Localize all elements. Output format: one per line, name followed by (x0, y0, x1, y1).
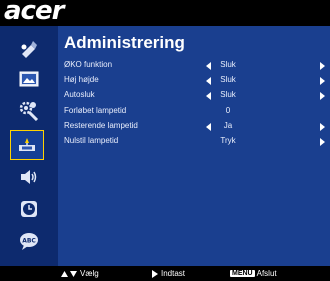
footer-hints: Vælg Indtast MENU Afslut (0, 266, 330, 281)
brand-bar: acer (0, 0, 330, 26)
menu-row-value: 0 (225, 106, 231, 115)
right-arrow-icon[interactable] (320, 77, 325, 85)
footer-select-label: Vælg (80, 269, 99, 278)
menu-row-lamp-remaining[interactable]: Resterende lampetid Ja (58, 120, 330, 135)
menu-row-label: Nulstil lampetid (64, 136, 119, 145)
footer-exit-hint: MENU Afslut (230, 269, 277, 278)
right-arrow-icon[interactable] (320, 92, 325, 100)
footer-select-hint: Vælg (60, 269, 99, 278)
timer-icon[interactable] (16, 198, 42, 220)
menu-row-label: Resterende lampetid (64, 121, 138, 130)
picture-icon[interactable] (16, 68, 42, 90)
right-arrow-icon (152, 269, 158, 278)
page-title: Administrering (64, 33, 185, 52)
management-icon[interactable] (10, 130, 44, 160)
menu-key-badge: MENU (230, 270, 255, 277)
up-down-arrows-icon (61, 270, 77, 277)
menu-row-high-altitude[interactable]: Høj højde Sluk (58, 74, 330, 89)
acer-logo: acer (4, 0, 64, 26)
color-settings-icon[interactable] (16, 38, 42, 60)
menu-row-value: Tryk (220, 136, 236, 145)
main-panel: Administrering ØKO funktion Sluk Høj høj… (58, 26, 330, 266)
menu-row-lamp-hours-elapsed: Forløbet lampetid 0 (58, 105, 330, 120)
menu-row-reset-lamp[interactable]: Nulstil lampetid Tryk (58, 135, 330, 150)
menu-row-label: Autosluk (64, 90, 95, 99)
footer-enter-hint: Indtast (152, 269, 185, 278)
menu-row-value: Sluk (220, 75, 236, 84)
osd-window: acer ABC Administrering ØKO funktion Slu… (0, 0, 330, 281)
menu-row-value: Ja (223, 121, 233, 130)
footer-exit-label: Afslut (256, 269, 277, 278)
menu-row-label: Forløbet lampetid (64, 106, 127, 115)
advanced-settings-icon[interactable] (16, 99, 42, 121)
sidebar: ABC (0, 26, 58, 266)
menu-row-label: Høj højde (64, 75, 99, 84)
menu-row-eco-mode[interactable]: ØKO funktion Sluk (58, 59, 330, 74)
menu-row-value: Sluk (220, 60, 236, 69)
footer-enter-label: Indtast (161, 269, 186, 278)
audio-icon[interactable] (16, 166, 42, 188)
menu-row-auto-shutdown[interactable]: Autosluk Sluk (58, 89, 330, 104)
right-arrow-icon[interactable] (320, 62, 325, 70)
language-icon[interactable]: ABC (16, 230, 42, 252)
language-icon-label: ABC (22, 238, 36, 245)
right-arrow-icon[interactable] (320, 123, 325, 131)
menu-row-label: ØKO funktion (64, 60, 113, 69)
right-arrow-icon[interactable] (320, 138, 325, 146)
menu-row-value: Sluk (220, 90, 236, 99)
